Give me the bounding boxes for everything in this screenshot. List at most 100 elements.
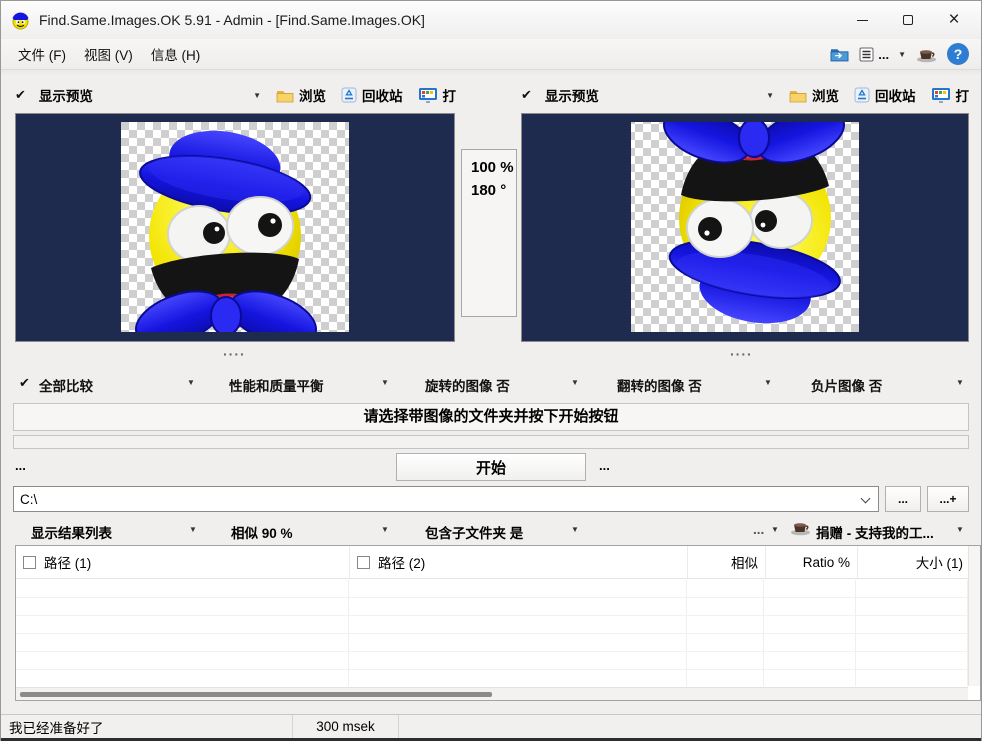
close-icon: × [948, 9, 959, 31]
menu-quick-tools: ... ▼ ? [829, 43, 973, 65]
table-vertical-scrollbar[interactable] [968, 546, 980, 686]
quick-menu-label[interactable]: ... [878, 47, 889, 62]
show-preview-right-dropdown[interactable]: 显示预览 [545, 85, 599, 105]
table-horizontal-scrollbar[interactable] [16, 687, 968, 700]
quality-dropdown[interactable]: 性能和质量平衡 [229, 375, 324, 395]
chevron-down-icon[interactable]: ▼ [187, 378, 195, 387]
flipped-images-dropdown[interactable]: 翻转的图像 否 [617, 375, 702, 395]
scrollbar-thumb[interactable] [20, 692, 492, 697]
quick-menu-dropdown-icon[interactable]: ▼ [898, 50, 906, 59]
browse-label: 浏览 [812, 85, 839, 105]
checkbox-icon[interactable] [357, 556, 370, 569]
preview-panel-right[interactable] [521, 113, 969, 342]
browse-label: 浏览 [299, 85, 326, 105]
start-button[interactable]: 开始 [396, 453, 586, 481]
show-results-dropdown[interactable]: 显示结果列表 [31, 522, 112, 542]
compare-options-row: ✔ 全部比较 ▼ 性能和质量平衡 ▼ 旋转的图像 否 ▼ 翻转的图像 否 ▼ 负… [1, 369, 981, 399]
chevron-down-icon[interactable]: ▼ [381, 378, 389, 387]
chevron-down-icon[interactable]: ▼ [766, 91, 774, 100]
browse-left-button[interactable]: 浏览 [276, 85, 326, 105]
menu-info[interactable]: 信息 (H) [142, 40, 210, 68]
minimize-button[interactable] [839, 4, 885, 36]
browse-right-button[interactable]: 浏览 [789, 85, 839, 105]
negative-images-dropdown[interactable]: 负片图像 否 [811, 375, 882, 395]
table-row[interactable] [16, 616, 968, 634]
donate-dropdown[interactable]: 捐赠 - 支持我的工... [816, 522, 934, 542]
table-row[interactable] [16, 670, 968, 686]
chevron-down-icon[interactable]: ▼ [771, 525, 779, 534]
splitter-grip-right[interactable]: ···· [730, 346, 753, 362]
app-window: Find.Same.Images.OK 5.91 - Admin - [Find… [0, 0, 982, 741]
show-preview-left-dropdown[interactable]: 显示预览 [39, 85, 93, 105]
chevron-down-icon[interactable]: ▼ [253, 91, 261, 100]
preview-toolbar-left: ✔ 显示预览 ▼ 浏览 回收站 [15, 77, 456, 113]
title-bar: Find.Same.Images.OK 5.91 - Admin - [Find… [1, 1, 981, 39]
minimize-icon [857, 20, 868, 21]
folder-path-input[interactable] [14, 487, 878, 511]
check-icon: ✔ [19, 375, 30, 391]
recycle-right-button[interactable]: 回收站 [854, 85, 916, 105]
viewer-info-column: 100 % 180 ° [456, 113, 520, 342]
chevron-down-icon[interactable]: ▼ [956, 378, 964, 387]
subfolders-dropdown[interactable]: 包含子文件夹 是 [425, 522, 523, 542]
menu-view[interactable]: 视图 (V) [75, 40, 142, 68]
menu-bar: 文件 (F) 视图 (V) 信息 (H) ... ▼ ? [1, 39, 981, 69]
column-ratio[interactable]: Ratio % [766, 546, 858, 578]
app-icon [11, 11, 30, 30]
rotated-images-dropdown[interactable]: 旋转的图像 否 [425, 375, 510, 395]
browse-folder-button[interactable]: ... [885, 486, 921, 512]
window-title: Find.Same.Images.OK 5.91 - Admin - [Find… [39, 12, 425, 28]
table-row[interactable] [16, 580, 968, 598]
column-path2[interactable]: 路径 (2) [350, 546, 688, 578]
preview-panel-left[interactable] [15, 113, 455, 342]
table-row[interactable] [16, 634, 968, 652]
open-right-button[interactable]: 打 [931, 85, 970, 105]
coffee-cup-icon[interactable] [915, 46, 938, 63]
preview-image-right [631, 122, 859, 332]
menu-file[interactable]: 文件 (F) [9, 40, 75, 68]
maximize-button[interactable] [885, 4, 931, 36]
blue-folder-icon[interactable] [829, 46, 850, 62]
chevron-down-icon[interactable]: ▼ [571, 378, 579, 387]
recycle-left-button[interactable]: 回收站 [341, 85, 403, 105]
column-path2-label: 路径 (2) [378, 552, 425, 572]
right-status-dots: ... [599, 458, 610, 473]
column-similar-label: 相似 [731, 552, 758, 572]
chevron-down-icon[interactable]: ▼ [381, 525, 389, 534]
monitor-icon [418, 87, 438, 104]
status-elapsed-time: 300 msek [293, 715, 399, 738]
column-size[interactable]: 大小 (1) [858, 546, 970, 578]
chevron-down-icon[interactable]: ▼ [956, 525, 964, 534]
rotation-value: 180 ° [471, 180, 516, 203]
checkbox-icon[interactable] [23, 556, 36, 569]
close-button[interactable]: × [931, 4, 977, 36]
open-left-button[interactable]: 打 [418, 85, 457, 105]
column-similar[interactable]: 相似 [688, 546, 766, 578]
zoom-value: 100 % [471, 157, 516, 180]
table-row[interactable] [16, 652, 968, 670]
splitter-grip-left[interactable]: ···· [223, 346, 246, 362]
instruction-message: 请选择带图像的文件夹并按下开始按钮 [13, 403, 969, 431]
help-icon[interactable]: ? [947, 43, 969, 65]
chevron-down-icon[interactable]: ▼ [764, 378, 772, 387]
maximize-icon [903, 15, 913, 25]
similarity-dropdown[interactable]: 相似 90 % [231, 522, 293, 542]
preview-toolbar-spacer [456, 77, 521, 113]
compare-mode-dropdown[interactable]: 全部比较 [39, 375, 93, 395]
chevron-down-icon[interactable]: ▼ [189, 525, 197, 534]
coffee-cup-icon[interactable] [789, 519, 812, 536]
column-size-label: 大小 (1) [916, 552, 963, 572]
more-options-label[interactable]: ... [753, 522, 764, 537]
table-header: 路径 (1) 路径 (2) 相似 Ratio % 大小 (1) [16, 546, 980, 579]
list-icon[interactable] [859, 47, 875, 62]
path-row: ... ...+ [13, 486, 969, 512]
recycle-label: 回收站 [362, 85, 403, 105]
chevron-down-icon[interactable]: ▼ [571, 525, 579, 534]
column-ratio-label: Ratio % [803, 555, 850, 570]
folder-path-combobox[interactable] [13, 486, 879, 512]
column-path1[interactable]: 路径 (1) [16, 546, 350, 578]
progress-bar [13, 435, 969, 449]
table-row[interactable] [16, 598, 968, 616]
add-folder-button[interactable]: ...+ [927, 486, 969, 512]
splitter-grip-row: ···· ···· [1, 345, 981, 369]
